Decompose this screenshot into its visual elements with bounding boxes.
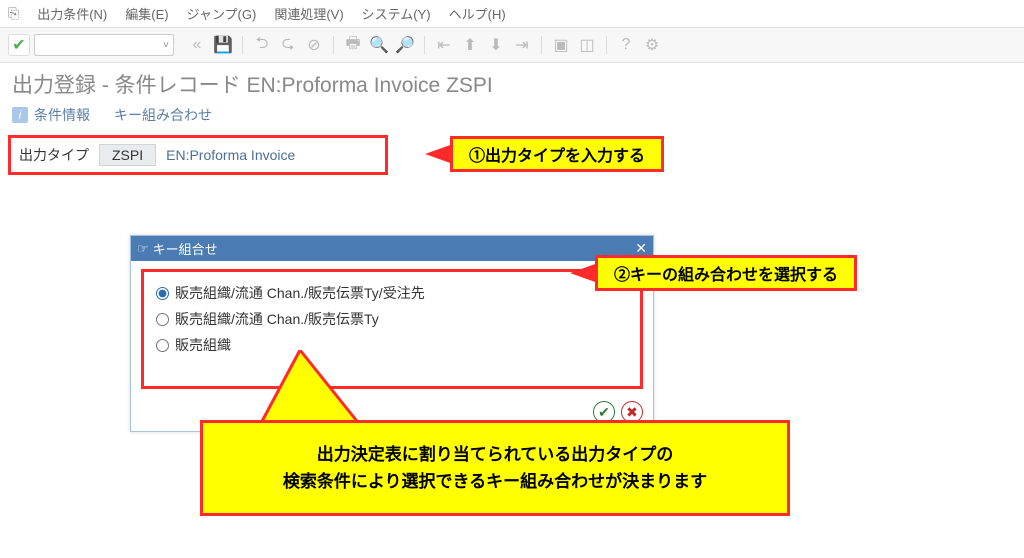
back-icon[interactable]: «: [186, 34, 208, 56]
menu-help[interactable]: ヘルプ(H): [449, 4, 506, 23]
annotation-2-text: ②キーの組み合わせを選択する: [595, 255, 857, 291]
output-type-row: 出力タイプ ZSPI EN:Proforma Invoice: [8, 135, 388, 175]
findnext-icon[interactable]: 🔎: [394, 34, 416, 56]
menu-system[interactable]: システム(Y): [362, 4, 431, 23]
annotation-3: 出力決定表に割り当てられている出力タイプの 検索条件により選択できるキー組み合わ…: [200, 420, 790, 516]
dialog-title: キー組合せ: [153, 239, 218, 258]
annotation-2: ②キーの組み合わせを選択する: [570, 255, 857, 291]
output-type-value[interactable]: ZSPI: [99, 144, 156, 166]
radio-2-label: 販売組織: [175, 335, 231, 355]
separator: [242, 36, 243, 54]
print-icon[interactable]: 🖶: [342, 34, 364, 56]
settings-icon[interactable]: ⚙: [641, 34, 663, 56]
radio-list: 販売組織/流通 Chan./販売伝票Ty/受注先 販売組織/流通 Chan./販…: [141, 269, 643, 389]
radio-option-1[interactable]: 販売組織/流通 Chan./販売伝票Ty: [156, 306, 628, 332]
new-session-icon[interactable]: ▣: [550, 34, 572, 56]
back2-icon[interactable]: ⮌: [251, 34, 273, 56]
save-icon[interactable]: 💾: [212, 34, 234, 56]
next-page-icon[interactable]: ⬇: [485, 34, 507, 56]
menu-jump[interactable]: ジャンプ(G): [187, 4, 257, 23]
annotation-3-line2: 検索条件により選択できるキー組み合わせが決まります: [227, 468, 763, 495]
output-type-label: 出力タイプ: [19, 145, 89, 165]
app-icon: ⎘: [8, 5, 19, 22]
info-icon: i: [12, 107, 28, 123]
menu-related[interactable]: 関連処理(V): [274, 4, 343, 23]
annotation-1: ①出力タイプを入力する: [425, 136, 664, 172]
annotation-tail: [425, 144, 453, 164]
subbar: i 条件情報 キー組み合わせ: [0, 101, 1024, 135]
find-icon[interactable]: 🔍: [368, 34, 390, 56]
radio-option-2[interactable]: 販売組織: [156, 332, 628, 358]
last-page-icon[interactable]: ⇥: [511, 34, 533, 56]
output-type-description: EN:Proforma Invoice: [166, 147, 295, 163]
prev-page-icon[interactable]: ⬆: [459, 34, 481, 56]
condition-info-link[interactable]: 条件情報: [34, 105, 90, 125]
radio-1[interactable]: [156, 313, 169, 326]
help-icon[interactable]: ?: [615, 34, 637, 56]
annotation-3-line1: 出力決定表に割り当てられている出力タイプの: [227, 441, 763, 468]
radio-option-0[interactable]: 販売組織/流通 Chan./販売伝票Ty/受注先: [156, 280, 628, 306]
menubar: ⎘ 出力条件(N) 編集(E) ジャンプ(G) 関連処理(V) システム(Y) …: [0, 0, 1024, 28]
command-field[interactable]: [34, 34, 174, 56]
separator: [333, 36, 334, 54]
first-page-icon[interactable]: ⇤: [433, 34, 455, 56]
cancel-icon[interactable]: ⊘: [303, 34, 325, 56]
shortcut-icon[interactable]: ◫: [576, 34, 598, 56]
radio-1-label: 販売組織/流通 Chan./販売伝票Ty: [175, 309, 379, 329]
radio-0[interactable]: [156, 287, 169, 300]
forward-icon[interactable]: ⮎: [277, 34, 299, 56]
radio-2[interactable]: [156, 339, 169, 352]
dialog-icon: ☞: [137, 241, 149, 257]
key-combination-link[interactable]: キー組み合わせ: [114, 105, 212, 125]
toolbar: ✔ « 💾 ⮌ ⮎ ⊘ 🖶 🔍 🔎 ⇤ ⬆ ⬇ ⇥ ▣ ◫ ? ⚙: [0, 28, 1024, 63]
menu-output-conditions[interactable]: 出力条件(N): [37, 4, 107, 23]
separator: [424, 36, 425, 54]
menu-edit[interactable]: 編集(E): [125, 4, 168, 23]
annotation-1-text: ①出力タイプを入力する: [450, 136, 664, 172]
radio-0-label: 販売組織/流通 Chan./販売伝票Ty/受注先: [175, 283, 425, 303]
page-title: 出力登録 - 条件レコード EN:Proforma Invoice ZSPI: [0, 63, 1024, 101]
separator: [541, 36, 542, 54]
enter-button[interactable]: ✔: [8, 34, 30, 56]
annotation-tail: [570, 263, 598, 283]
separator: [606, 36, 607, 54]
